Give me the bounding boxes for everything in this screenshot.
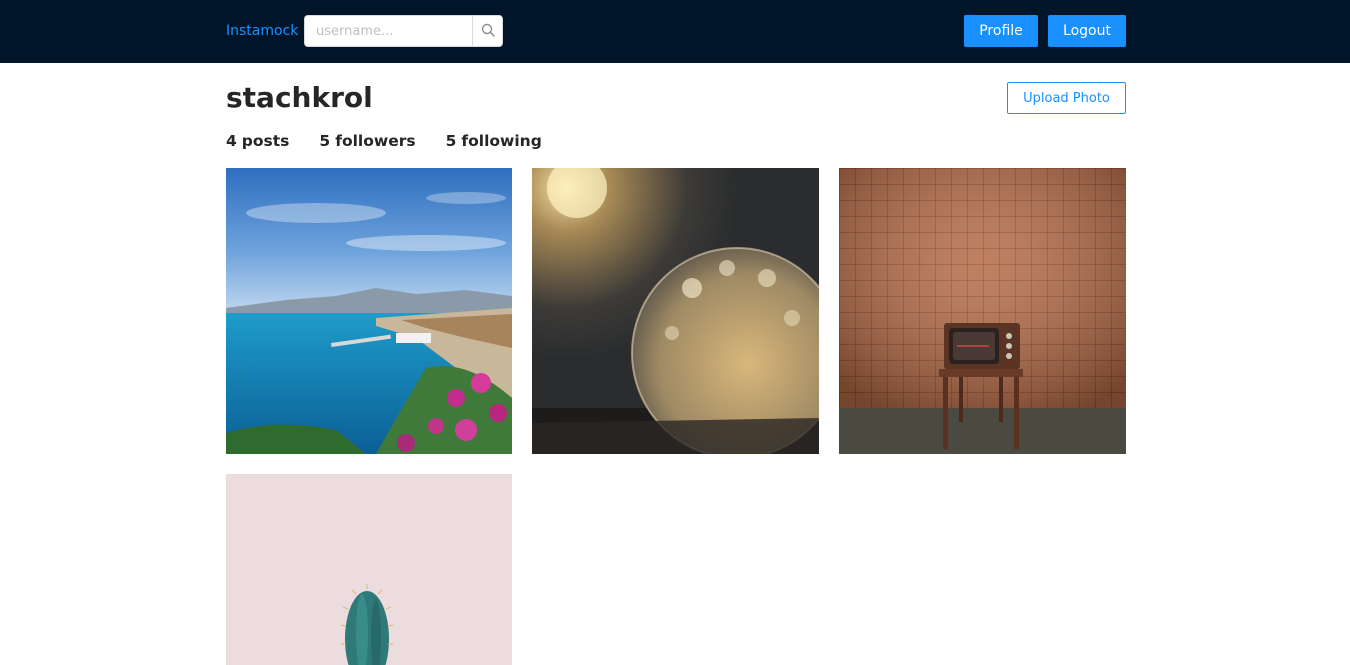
search-input[interactable] (304, 15, 472, 47)
photo-tile-frozen-bubble[interactable] (532, 168, 819, 454)
top-navbar: Instamock Profile Logout (0, 0, 1350, 63)
profile-button[interactable]: Profile (964, 15, 1038, 47)
following-label: following (461, 132, 542, 150)
upload-photo-button[interactable]: Upload Photo (1007, 82, 1126, 114)
followers-stat[interactable]: 5 followers (319, 131, 415, 151)
following-count: 5 (445, 132, 457, 150)
posts-stat: 4 posts (226, 131, 289, 151)
posts-label: posts (241, 132, 290, 150)
profile-username: stachkrol (226, 81, 373, 114)
search-button[interactable] (472, 15, 503, 47)
brand-link[interactable]: Instamock (226, 21, 298, 41)
followers-count: 5 (319, 132, 331, 150)
followers-label: followers (335, 132, 416, 150)
search-icon (481, 22, 495, 41)
following-stat[interactable]: 5 following (446, 131, 542, 151)
vintage-tv-photo (839, 168, 1126, 454)
user-search (304, 15, 503, 47)
posts-count: 4 (226, 132, 237, 150)
photo-tile-cactus[interactable] (226, 474, 512, 665)
logout-button[interactable]: Logout (1048, 15, 1126, 47)
coastal-bay-photo (226, 168, 512, 454)
photo-tile-coastal-bay[interactable] (226, 168, 512, 454)
cactus-photo (226, 474, 512, 665)
frozen-bubble-photo (532, 168, 819, 454)
profile-stats: 4 posts 5 followers 5 following (226, 131, 542, 151)
photo-tile-vintage-tv[interactable] (839, 168, 1126, 454)
